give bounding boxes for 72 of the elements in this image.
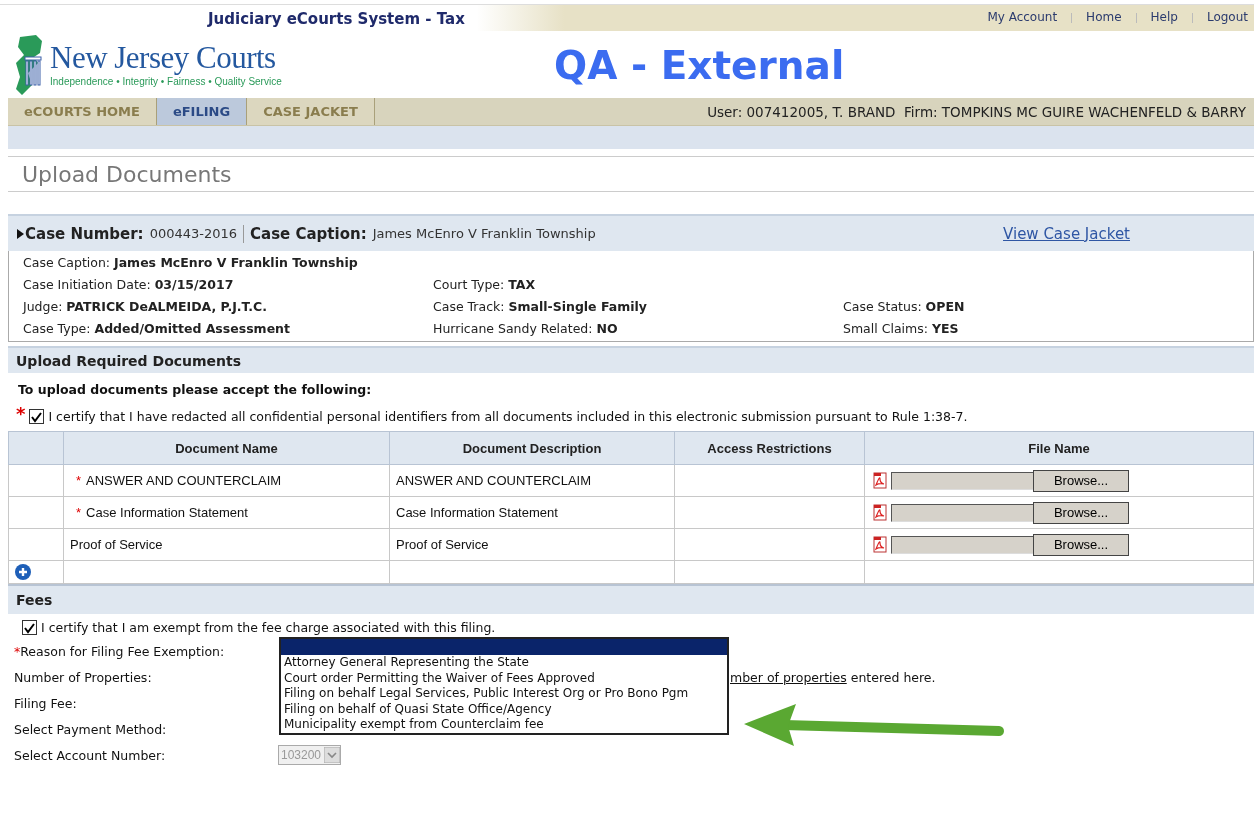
logo-tagline: Independence • Integrity • Fairness • Quality Service — [50, 76, 282, 87]
logo-title: New Jersey Courts — [50, 42, 277, 73]
pdf-icon — [873, 536, 887, 553]
instruction-text: To upload documents please accept the following: — [17, 381, 373, 397]
properties-note: mber of properties entered here. — [730, 669, 936, 685]
field-value: 000443-2016 — [149, 226, 238, 241]
user-info: User: 007412005, T. BRAND Firm: TOMPKINS MC GUIRE WACHENFELD & BARRY — [707, 103, 1247, 120]
case-detail: Case Status: OPEN — [843, 299, 966, 314]
document-name: Proof of Service — [70, 537, 163, 552]
case-detail: Case Type: Added/Omitted Assessment — [23, 321, 291, 336]
column-header: Access Restrictions — [674, 431, 865, 465]
field-value: James McEnro V Franklin Township — [372, 226, 596, 241]
properties-link[interactable]: mber of properties — [730, 669, 847, 685]
header-link[interactable]: My Account — [987, 10, 1058, 26]
dropdown-option[interactable]: Municipality exempt from Counterclaim fee — [281, 717, 727, 733]
field-label: Number of Properties: — [14, 669, 153, 685]
add-row-icon[interactable] — [15, 564, 31, 580]
dropdown-list[interactable] — [279, 637, 729, 735]
dropdown-option[interactable]: Filing on behalf of Quasi State Office/Agency — [281, 701, 727, 717]
pdf-icon — [873, 472, 887, 489]
column-header: Document Name — [63, 431, 390, 465]
case-detail: Hurricane Sandy Related: NO — [433, 321, 619, 336]
case-detail: Small Claims: YES — [843, 321, 960, 336]
field-label: Case Caption: — [250, 224, 367, 243]
header-link[interactable]: Home — [1086, 10, 1122, 26]
dropdown-option[interactable]: Court order Permitting the Waiver of Fees Approved — [281, 670, 727, 686]
check-icon — [23, 621, 36, 634]
column-header: Document Description — [389, 431, 675, 465]
document-name: Case Information Statement — [86, 505, 248, 520]
column-header: File Name — [864, 431, 1254, 465]
select-value: 103200 — [281, 748, 322, 762]
required-marker: * — [76, 505, 82, 520]
document-description: Proof of Service — [396, 537, 489, 552]
header-link[interactable]: Help — [1150, 10, 1178, 26]
browse-button[interactable]: Browse... — [1033, 469, 1129, 492]
certification-text: I certify that I have redacted all confidential personal identifiers from all documents included in this electronic submission pursuant to Rule 1:38-7. — [48, 409, 968, 424]
exemption-text: I certify that I am exempt from the fee charge associated with this filing. — [41, 620, 496, 635]
browse-button[interactable]: Browse... — [1033, 533, 1129, 556]
field-label: *Reason for Filing Fee Exemption: — [14, 643, 226, 659]
field-label: Filing Fee: — [14, 695, 78, 711]
field-label: Select Account Number: — [14, 747, 167, 763]
environment-label: QA - External — [554, 43, 845, 88]
case-detail: Judge: PATRICK DeALMEIDA, P.J.T.C. — [23, 299, 268, 314]
dropdown-option[interactable]: Attorney General Representing the State — [281, 655, 727, 671]
header-link[interactable]: Logout — [1206, 10, 1248, 26]
case-detail: Case Caption: James McEnro V Franklin Township — [23, 255, 359, 270]
nav-tab[interactable]: eFILING — [156, 98, 248, 125]
view-case-jacket-link[interactable]: View Case Jacket — [1003, 224, 1130, 243]
checkbox[interactable] — [22, 620, 37, 635]
file-input[interactable] — [891, 503, 1033, 522]
case-detail: Case Track: Small-Single Family — [433, 299, 648, 314]
check-icon — [30, 410, 44, 423]
file-input[interactable] — [891, 471, 1033, 490]
checkbox[interactable] — [29, 409, 45, 424]
case-detail: Case Initiation Date: 03/15/2017 — [23, 277, 235, 292]
document-name: ANSWER AND COUNTERCLAIM — [86, 473, 282, 488]
field-label: Case Number: — [25, 224, 144, 243]
system-title: Judiciary eCourts System - Tax — [208, 10, 465, 28]
case-detail: Court Type: TAX — [433, 277, 537, 292]
dropdown-option[interactable]: Filing on behalf Legal Services, Public Interest Org or Pro Bono Pgm — [281, 686, 727, 702]
file-input[interactable] — [891, 535, 1033, 554]
field-label: Select Payment Method: — [14, 721, 168, 737]
expand-triangle-icon[interactable] — [16, 227, 25, 240]
required-marker: * — [76, 473, 82, 488]
document-description: ANSWER AND COUNTERCLAIM — [396, 473, 592, 488]
section-header: Fees — [8, 586, 1254, 614]
browse-button[interactable]: Browse... — [1033, 501, 1129, 524]
page-title: Upload Documents — [8, 156, 1254, 192]
document-description: Case Information Statement — [396, 505, 558, 520]
required-marker: * — [16, 409, 26, 419]
pdf-icon — [873, 504, 887, 521]
section-header: Upload Required Documents — [8, 346, 1254, 373]
